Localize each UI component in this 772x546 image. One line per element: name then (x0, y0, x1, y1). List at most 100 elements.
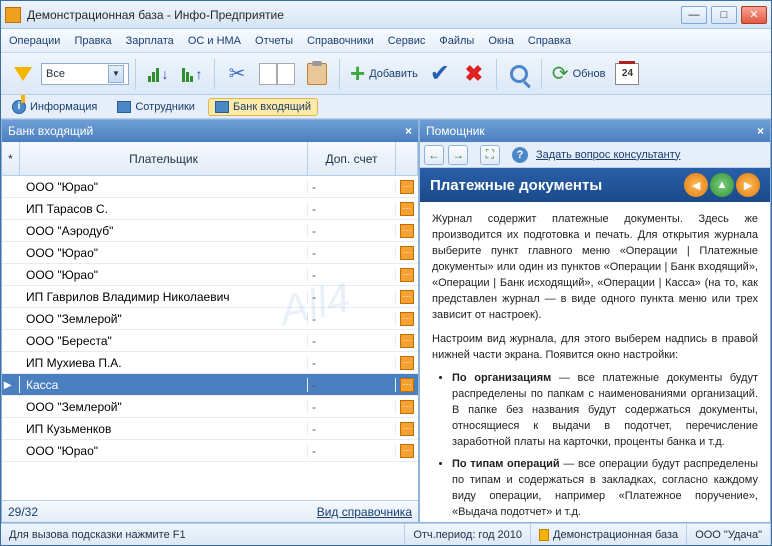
panel-close-button[interactable]: × (405, 124, 412, 138)
refresh-button[interactable]: ⟳Обнов (548, 58, 610, 90)
menu-salary[interactable]: Зарплата (126, 35, 174, 47)
table-row[interactable]: ООО "Юрао"-⋯ (2, 242, 418, 264)
doc-next-button[interactable]: ► (736, 173, 760, 197)
row-action-button[interactable]: ⋯ (400, 422, 414, 436)
menu-reports[interactable]: Отчеты (255, 35, 293, 47)
search-button[interactable] (503, 58, 535, 90)
table-row[interactable]: ООО "Землерой"-⋯ (2, 396, 418, 418)
close-button[interactable]: ✕ (741, 6, 767, 24)
table-row[interactable]: ▸Касса-⋯ (2, 374, 418, 396)
grid-icon (117, 101, 131, 113)
col-marker[interactable]: * (2, 142, 20, 175)
nav-expand-button[interactable]: ⛶ (480, 145, 500, 165)
cell-account: - (308, 312, 396, 326)
cell-payer: ООО "Юрао" (20, 246, 308, 260)
nav-forward-button[interactable]: → (448, 145, 468, 165)
doc-body[interactable]: Журнал содержит платежные документы. Зде… (420, 202, 770, 522)
ask-consultant-link[interactable]: Задать вопрос консультанту (536, 149, 680, 161)
menubar: Операции Правка Зарплата ОС и НМА Отчеты… (1, 29, 771, 53)
cut-button[interactable]: ✂ (221, 58, 253, 90)
doc-prev-button[interactable]: ◄ (684, 173, 708, 197)
minimize-button[interactable]: — (681, 6, 707, 24)
table-row[interactable]: ИП Тарасов С.-⋯ (2, 198, 418, 220)
add-button[interactable]: +Добавить (346, 58, 422, 90)
menu-help[interactable]: Справка (528, 35, 571, 47)
row-action-button[interactable]: ⋯ (400, 334, 414, 348)
menu-files[interactable]: Файлы (439, 35, 474, 47)
doc-list-item: По типам операций — все операции будут р… (452, 457, 758, 521)
reference-view-link[interactable]: Вид справочника (317, 505, 412, 519)
row-action-button[interactable]: ⋯ (400, 268, 414, 282)
row-count: 29/32 (8, 505, 38, 519)
col-payer[interactable]: Плательщик (20, 142, 308, 175)
tab-bank-incoming[interactable]: Банк входящий (208, 98, 318, 116)
col-account[interactable]: Доп. счет (308, 142, 396, 175)
table-row[interactable]: ИП Мухиева П.А.-⋯ (2, 352, 418, 374)
tab-employees[interactable]: Сотрудники (110, 98, 202, 116)
sort-asc-button[interactable]: ↓ (142, 58, 174, 90)
row-action-button[interactable]: ⋯ (400, 180, 414, 194)
grid-icon (215, 101, 229, 113)
menu-os-nma[interactable]: ОС и НМА (188, 35, 241, 47)
chevron-down-icon: ▼ (108, 65, 124, 83)
sort-asc-icon: ↓ (148, 66, 169, 82)
cell-payer: ООО "Землерой" (20, 400, 308, 414)
copy-icon (259, 63, 277, 85)
sort-desc-button[interactable]: ↑ (176, 58, 208, 90)
menu-windows[interactable]: Окна (488, 35, 514, 47)
doc-up-button[interactable]: ▲ (710, 173, 734, 197)
row-action-button[interactable]: ⋯ (400, 312, 414, 326)
row-action-button[interactable]: ⋯ (400, 356, 414, 370)
table-row[interactable]: ООО "Землерой"-⋯ (2, 308, 418, 330)
confirm-button[interactable]: ✔ (424, 58, 456, 90)
cell-account: - (308, 400, 396, 414)
maximize-button[interactable]: □ (711, 6, 737, 24)
cell-account: - (308, 246, 396, 260)
row-action-button[interactable]: ⋯ (400, 400, 414, 414)
menu-operations[interactable]: Операции (9, 35, 60, 47)
cell-account: - (308, 334, 396, 348)
sort-desc-icon: ↑ (182, 66, 203, 82)
copy-button[interactable] (255, 58, 299, 90)
delete-button[interactable]: ✖ (458, 58, 490, 90)
table-row[interactable]: ООО "Аэродуб"-⋯ (2, 220, 418, 242)
row-action-button[interactable]: ⋯ (400, 378, 414, 392)
table-row[interactable]: ООО "Юрао"-⋯ (2, 176, 418, 198)
cell-payer: Касса (20, 378, 308, 392)
plus-icon: + (350, 66, 365, 82)
menu-edit[interactable]: Правка (74, 35, 111, 47)
table-row[interactable]: ИП Кузьменков-⋯ (2, 418, 418, 440)
table-row[interactable]: ООО "Юрао"-⋯ (2, 264, 418, 286)
row-action-button[interactable]: ⋯ (400, 224, 414, 238)
table-row[interactable]: ООО "Береста"-⋯ (2, 330, 418, 352)
cell-account: - (308, 422, 396, 436)
cell-payer: ООО "Аэродуб" (20, 224, 308, 238)
cell-account: - (308, 180, 396, 194)
helper-close-button[interactable]: × (757, 124, 764, 138)
funnel-icon (14, 67, 32, 81)
row-action-button[interactable]: ⋯ (400, 444, 414, 458)
table-row[interactable]: ООО "Юрао"-⋯ (2, 440, 418, 462)
refresh-icon: ⟳ (552, 61, 569, 86)
row-action-button[interactable]: ⋯ (400, 246, 414, 260)
filter-combo[interactable]: Все▼ (41, 63, 129, 85)
cell-payer: ИП Кузьменков (20, 422, 308, 436)
tab-info[interactable]: iИнформация (5, 97, 104, 117)
calendar-button[interactable]: 24 (611, 58, 643, 90)
paste-icon (307, 63, 327, 85)
grid-header: * Плательщик Доп. счет (2, 142, 418, 176)
nav-back-button[interactable]: ← (424, 145, 444, 165)
calendar-icon: 24 (615, 63, 639, 85)
grid-body[interactable]: ООО "Юрао"-⋯ИП Тарасов С.-⋯ООО "Аэродуб"… (2, 176, 418, 500)
table-row[interactable]: ИП Гаврилов Владимир Николаевич-⋯ (2, 286, 418, 308)
paste-button[interactable] (301, 58, 333, 90)
menu-service[interactable]: Сервис (388, 35, 426, 47)
row-action-button[interactable]: ⋯ (400, 202, 414, 216)
menu-references[interactable]: Справочники (307, 35, 374, 47)
status-period: Отч.период: год 2010 (405, 524, 531, 545)
cell-payer: ИП Тарасов С. (20, 202, 308, 216)
window-title: Демонстрационная база - Инфо-Предприятие (27, 8, 681, 22)
filter-button[interactable] (7, 58, 39, 90)
row-action-button[interactable]: ⋯ (400, 290, 414, 304)
cell-account: - (308, 378, 396, 392)
